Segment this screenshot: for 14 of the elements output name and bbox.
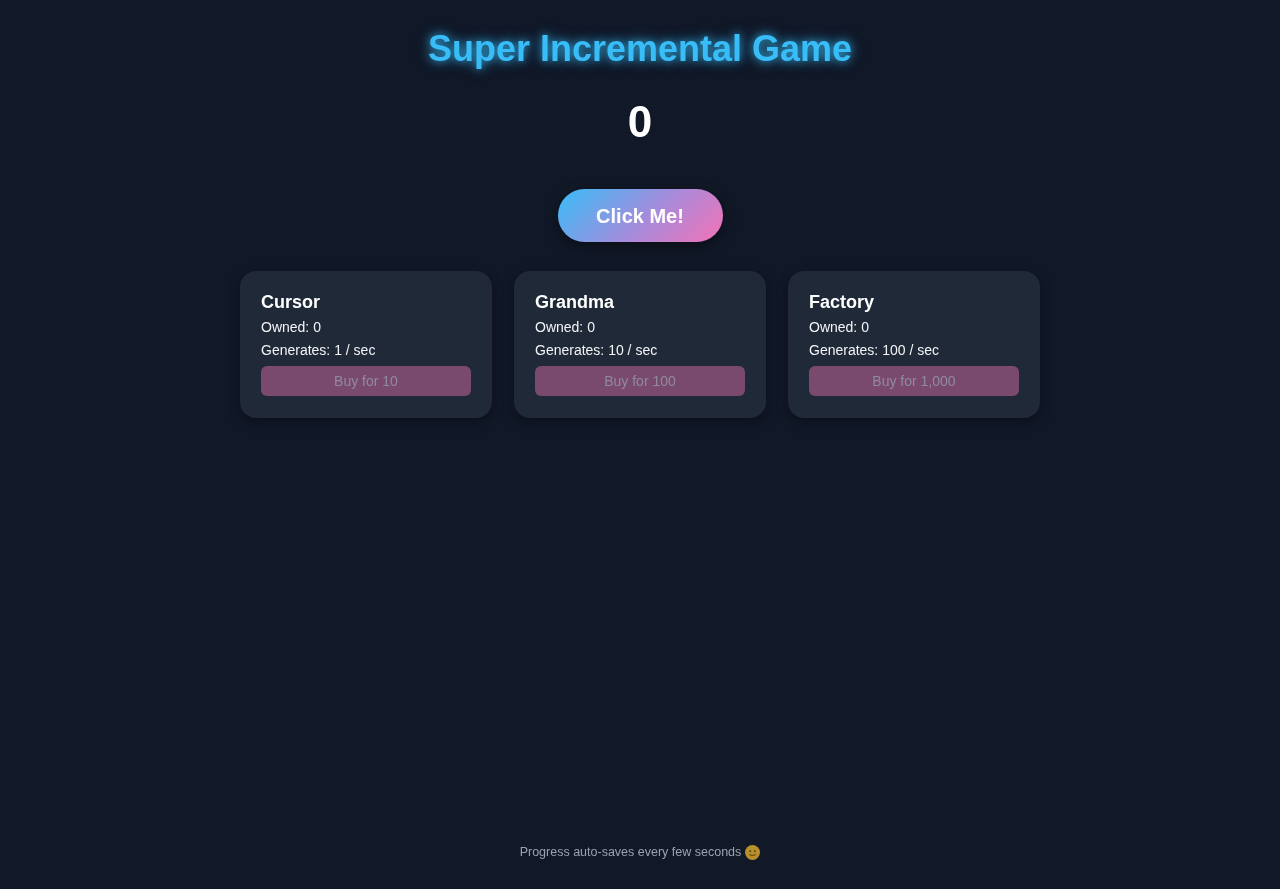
click-button[interactable]: Click Me! — [557, 189, 723, 242]
owned-count: Owned: 0 — [809, 318, 870, 337]
building-name: Factory — [809, 291, 876, 313]
building-name: Cursor — [261, 291, 321, 313]
building-name: Grandma — [535, 291, 616, 313]
generation-rate: Generates: 1 / sec — [261, 341, 377, 360]
smiley-icon — [745, 844, 761, 860]
score-counter: 0 — [627, 96, 653, 148]
game-title: Super Incremental Game — [427, 27, 853, 70]
owned-count: Owned: 0 — [261, 318, 322, 337]
generation-rate: Generates: 100 / sec — [809, 341, 940, 360]
footer-note: Progress auto-saves every few seconds — [519, 844, 742, 860]
generation-rate: Generates: 10 / sec — [535, 341, 659, 360]
owned-count: Owned: 0 — [535, 318, 596, 337]
